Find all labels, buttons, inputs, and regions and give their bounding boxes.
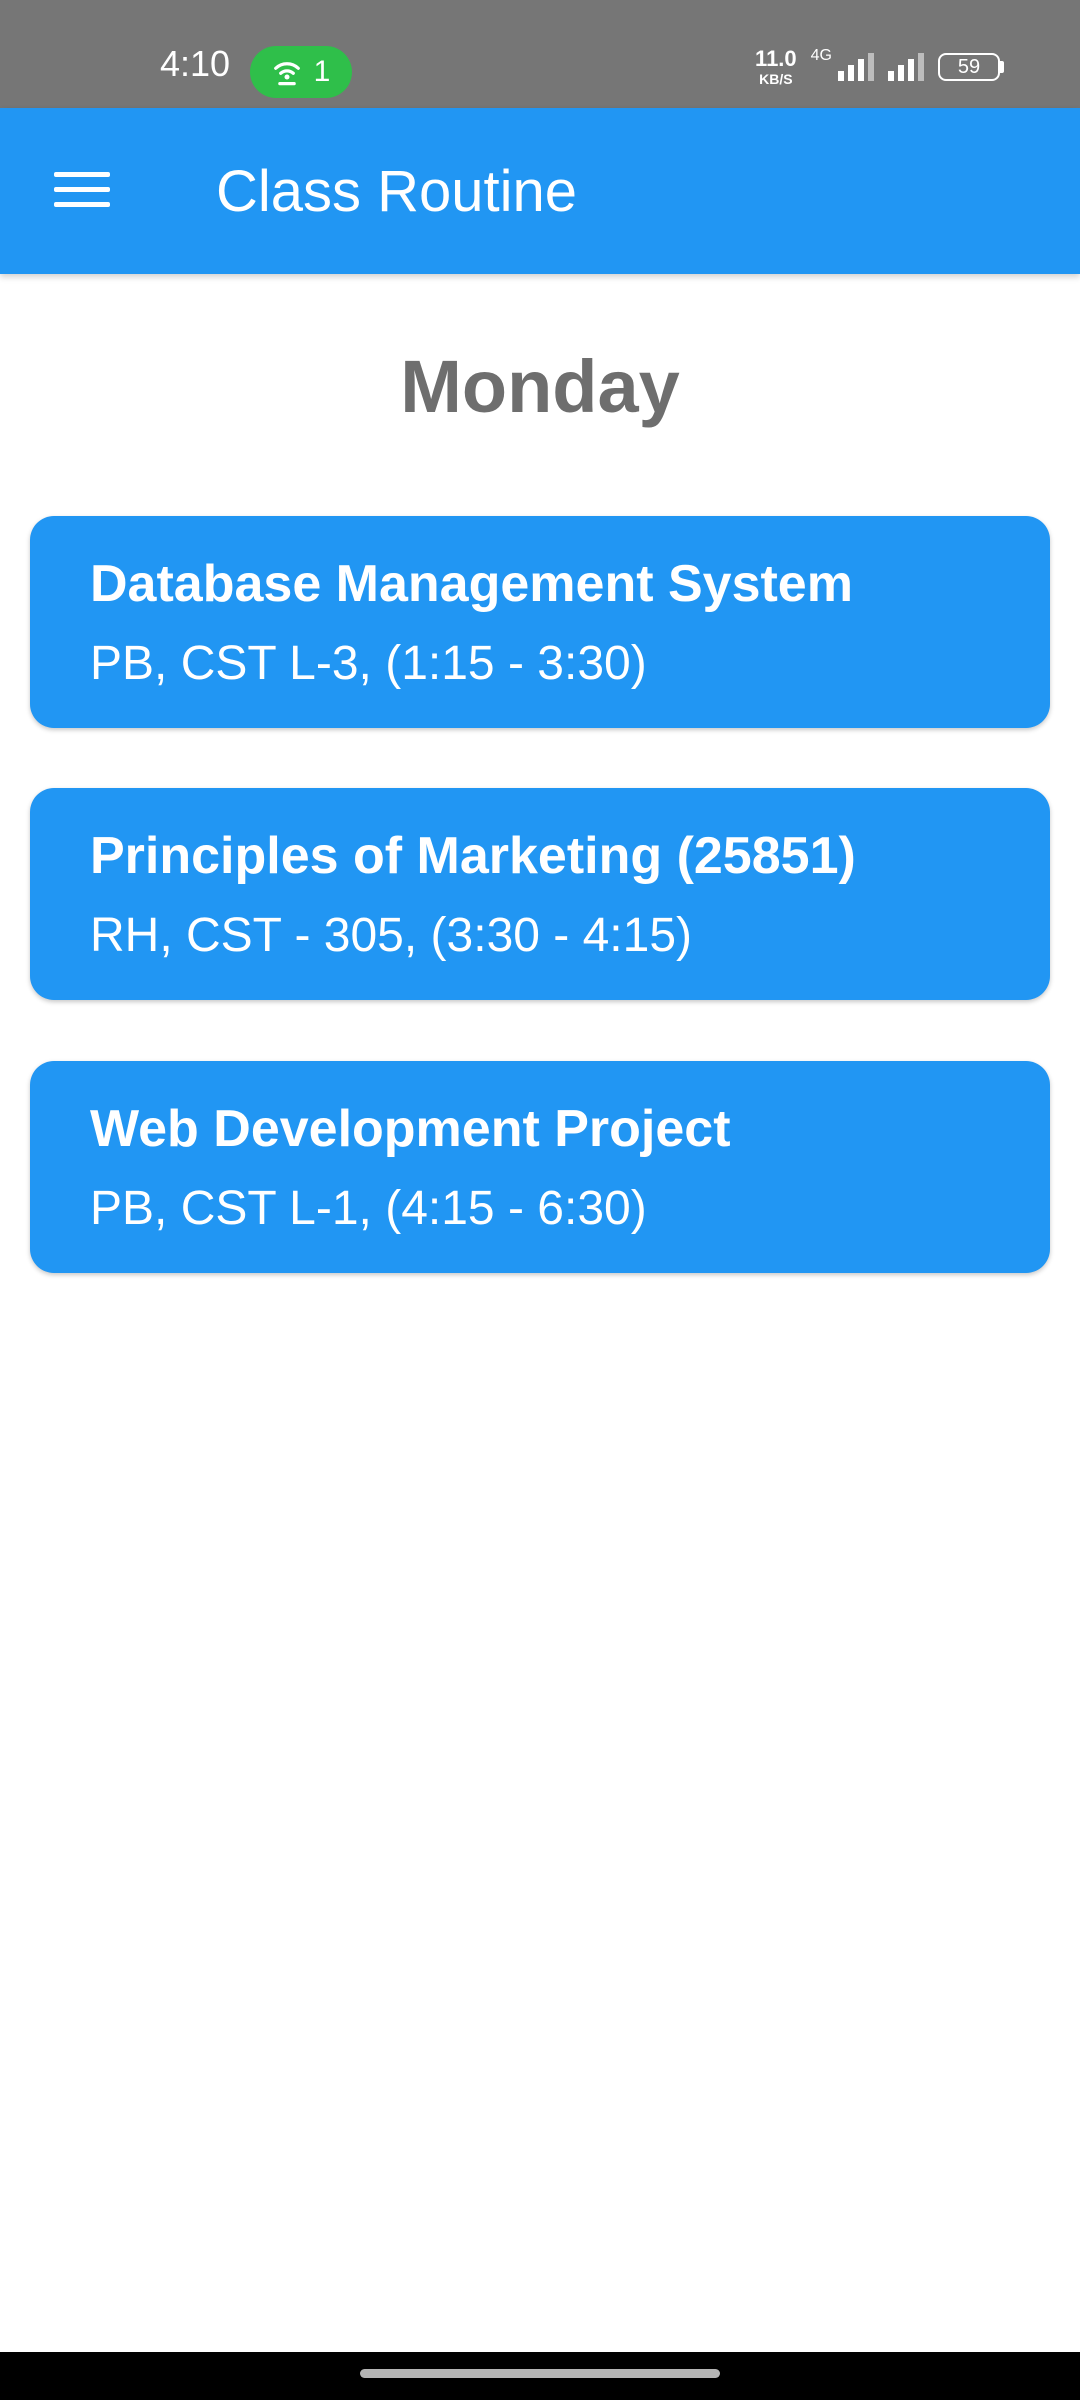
class-card[interactable]: Principles of Marketing (25851) RH, CST …: [30, 788, 1050, 1000]
signal-icon-sim2: [888, 53, 924, 81]
class-title: Database Management System: [90, 555, 853, 613]
class-card[interactable]: Database Management System PB, CST L-3, …: [30, 516, 1050, 728]
network-speed: 11.0 KB/S: [755, 46, 797, 87]
app-title: Class Routine: [216, 159, 578, 224]
network-speed-unit: KB/S: [759, 71, 793, 87]
battery-icon: 59: [938, 53, 1004, 81]
status-indicators: 11.0 KB/S 4G 59: [755, 48, 1004, 86]
class-title: Principles of Marketing (25851): [90, 827, 856, 885]
hotspot-count: 1: [313, 55, 331, 88]
network-type: 4G: [810, 47, 832, 64]
class-card[interactable]: Web Development Project PB, CST L-1, (4:…: [30, 1061, 1050, 1273]
home-indicator[interactable]: [360, 2369, 720, 2378]
class-details: RH, CST - 305, (3:30 - 4:15): [90, 909, 693, 962]
hotspot-indicator[interactable]: 1: [250, 46, 352, 98]
navigation-bar: [0, 2352, 1080, 2400]
battery-level: 59: [957, 56, 981, 78]
signal-icon-sim1: [838, 53, 874, 81]
class-details: PB, CST L-1, (4:15 - 6:30): [90, 1182, 647, 1235]
class-title: Web Development Project: [90, 1100, 731, 1158]
status-bar: 4:10 1 11.0 KB/S 4G 59: [0, 0, 1080, 108]
hamburger-menu-icon[interactable]: [54, 168, 114, 214]
class-details: PB, CST L-3, (1:15 - 3:30): [90, 637, 647, 690]
day-heading: Monday: [400, 345, 680, 428]
app-bar: Class Routine: [0, 108, 1080, 274]
status-time: 4:10: [160, 43, 231, 84]
network-speed-value: 11.0: [755, 46, 797, 71]
hotspot-icon: [273, 62, 300, 86]
